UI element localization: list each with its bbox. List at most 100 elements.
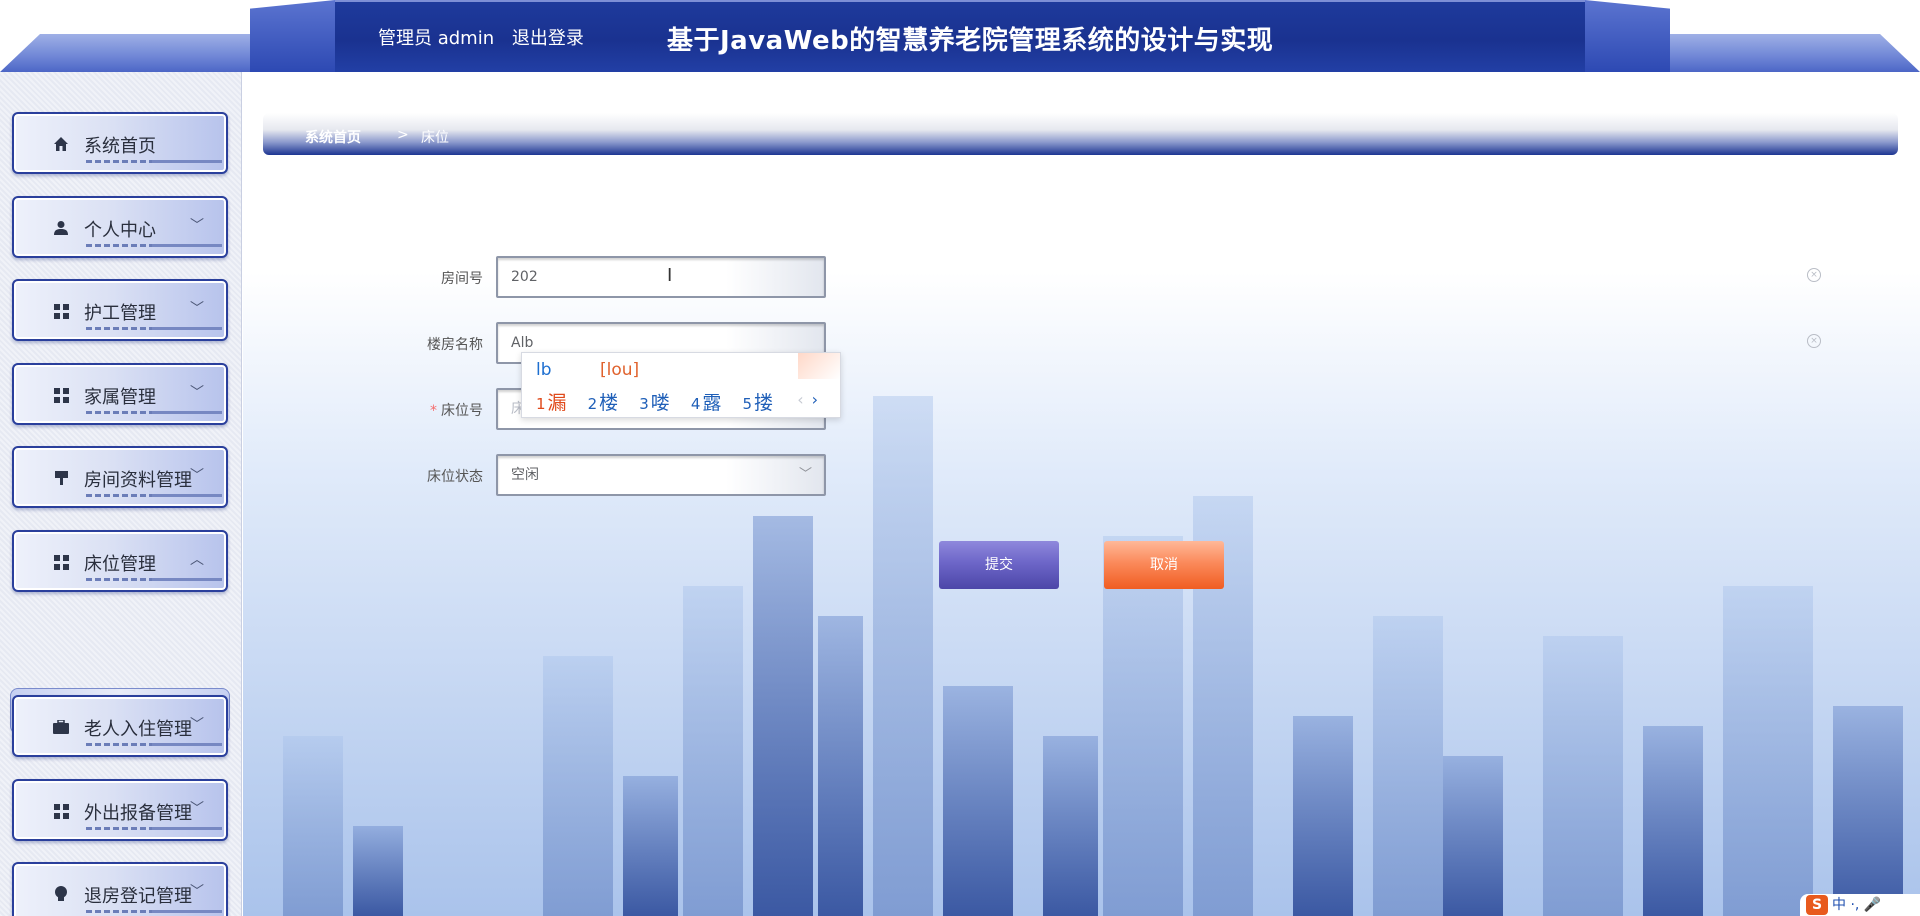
ime-tray-bar[interactable]: S中 ·, 🎤 <box>1800 894 1920 916</box>
text-cursor-icon: I <box>667 265 673 286</box>
building-shape <box>818 616 863 916</box>
sidebar-item-home[interactable]: 系统首页 <box>12 112 228 174</box>
building-shape <box>943 686 1013 916</box>
clear-icon[interactable]: × <box>1807 334 1821 348</box>
sidebar-item-family[interactable]: 家属管理 ﹀ <box>12 363 228 425</box>
bed-number-label-text: 床位号 <box>441 403 483 419</box>
building-shape <box>1043 736 1098 916</box>
building-shape <box>873 396 933 916</box>
chevron-down-icon: ﹀ <box>190 884 204 900</box>
ime-candidate-num: 4 <box>690 395 701 413</box>
chevron-down-icon: ﹀ <box>190 468 204 484</box>
sidebar-item-label: 家属管理 <box>84 387 156 408</box>
sidebar-item-label: 系统首页 <box>84 136 156 157</box>
submit-button[interactable]: 提交 <box>939 541 1059 589</box>
room-number-input[interactable]: 202 <box>496 256 826 298</box>
ime-candidate[interactable]: 5搂 <box>742 392 773 414</box>
user-bar: 管理员 admin 退出登录 <box>378 24 596 50</box>
ime-logo <box>798 353 840 379</box>
chevron-down-icon: ﹀ <box>190 301 204 317</box>
building-shape <box>543 656 613 916</box>
home-icon <box>52 135 70 153</box>
building-shape <box>1293 716 1353 916</box>
menu-decoration <box>86 160 222 163</box>
building-shape <box>1443 756 1503 916</box>
ime-candidate[interactable]: 1漏 <box>536 392 567 414</box>
chevron-down-icon: ﹀ <box>190 218 204 234</box>
chevron-down-icon: ﹀ <box>190 385 204 401</box>
sogou-logo-icon: S <box>1806 895 1828 915</box>
sidebar-item-label: 退房登记管理 <box>84 886 192 907</box>
clear-icon[interactable]: × <box>1807 268 1821 282</box>
building-shape <box>1103 536 1183 916</box>
ime-candidate-text: 露 <box>702 392 722 414</box>
building-shape <box>1373 616 1443 916</box>
sidebar-item-outing-report[interactable]: 外出报备管理 ﹀ <box>12 779 228 841</box>
bed-status-label: 床位状态 <box>427 469 483 485</box>
sidebar-item-personal-center[interactable]: 个人中心 ﹀ <box>12 196 228 258</box>
sidebar-item-label: 房间资料管理 <box>84 470 192 491</box>
ime-prev-page-icon[interactable]: ‹ <box>797 390 803 409</box>
header-wing-left <box>250 0 335 72</box>
building-shape <box>1643 726 1703 916</box>
grid-icon <box>52 302 70 320</box>
ime-candidate-num: 2 <box>587 395 598 413</box>
breadcrumb-current: 床位 <box>421 130 449 146</box>
room-number-label: 房间号 <box>441 271 483 287</box>
building-name-label: 楼房名称 <box>427 337 483 353</box>
sidebar-item-label: 护工管理 <box>84 303 156 324</box>
breadcrumb-home[interactable]: 系统首页 <box>305 127 361 147</box>
menu-decoration <box>86 827 222 830</box>
chevron-up-icon: ︿ <box>190 552 204 568</box>
sidebar-item-room-info[interactable]: 房间资料管理 ﹀ <box>12 446 228 508</box>
cancel-button[interactable]: 取消 <box>1104 541 1224 589</box>
sidebar-item-checkout[interactable]: 退房登记管理 ﹀ <box>12 862 228 916</box>
logout-link[interactable]: 退出登录 <box>512 28 584 49</box>
ime-candidate[interactable]: 4露 <box>691 392 722 414</box>
bulb-icon <box>52 885 70 903</box>
building-shape <box>623 776 678 916</box>
ime-candidate-text: 搂 <box>753 392 773 414</box>
admin-user-label[interactable]: 管理员 admin <box>378 28 494 49</box>
ime-candidate[interactable]: 2楼 <box>588 392 619 414</box>
ime-page-nav: ‹ › <box>797 390 818 409</box>
bed-status-value: 空闲 <box>511 467 539 483</box>
grid-icon <box>52 802 70 820</box>
building-shape <box>1543 636 1623 916</box>
chevron-down-icon: ﹀ <box>190 801 204 817</box>
top-header: 管理员 admin 退出登录 基于JavaWeb的智慧养老院管理系统的设计与实现 <box>0 0 1920 72</box>
sidebar-item-caregiver[interactable]: 护工管理 ﹀ <box>12 279 228 341</box>
ime-candidate-num: 5 <box>742 395 752 413</box>
sidebar-item-elder-checkin[interactable]: 老人入住管理 ﹀ <box>12 695 228 757</box>
menu-decoration <box>86 743 222 746</box>
ime-candidate[interactable]: 3喽 <box>639 392 670 414</box>
ime-next-page-icon[interactable]: › <box>812 390 818 409</box>
bed-status-select[interactable]: 空闲 ﹀ <box>496 454 826 496</box>
menu-decoration <box>86 244 222 247</box>
stamp-icon <box>52 469 70 487</box>
sidebar: 系统首页 个人中心 ﹀ 护工管理 ﹀ 家属管理 ﹀ 房间资料管理 ﹀ 床位管理 … <box>0 72 242 916</box>
sidebar-item-label: 老人入住管理 <box>84 719 192 740</box>
sidebar-item-bed-management[interactable]: 床位管理 ︿ <box>12 530 228 592</box>
menu-decoration <box>86 327 222 330</box>
ime-candidate-num: 3 <box>639 395 649 413</box>
building-shape <box>753 516 813 916</box>
grid-icon <box>52 553 70 571</box>
user-icon <box>52 219 70 237</box>
menu-decoration <box>86 494 222 497</box>
building-shape <box>1723 586 1813 916</box>
ime-candidate-popup: lb [lou] 1漏 2楼 3喽 4露 5搂 ‹ › <box>521 352 841 418</box>
ime-pinyin: [lou] <box>600 360 640 380</box>
building-shape <box>683 586 743 916</box>
city-background-image <box>243 272 1920 916</box>
required-mark: * <box>430 403 437 419</box>
chevron-down-icon: ﹀ <box>798 467 812 482</box>
sidebar-item-label: 床位管理 <box>84 554 156 575</box>
sidebar-item-label: 个人中心 <box>84 220 156 241</box>
ime-candidate-text: 漏 <box>547 392 567 414</box>
ime-candidates: 1漏 2楼 3喽 4露 5搂 <box>536 388 788 415</box>
menu-decoration <box>86 411 222 414</box>
sidebar-item-label: 外出报备管理 <box>84 803 192 824</box>
grid-icon <box>52 386 70 404</box>
building-shape <box>353 826 403 916</box>
